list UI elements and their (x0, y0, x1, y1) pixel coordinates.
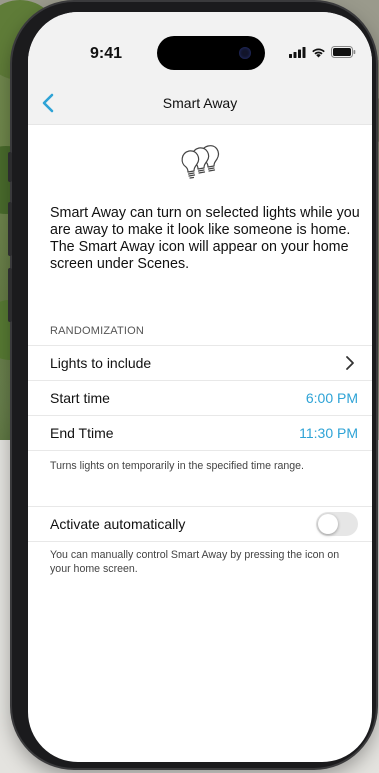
signal-icon (289, 46, 306, 58)
status-time: 9:41 (90, 45, 123, 62)
page-title: Smart Away (162, 95, 238, 111)
activate-automatically-row: Activate automatically (28, 506, 372, 542)
phone-screen: 9:41 Smart Away Smart Away can turn on s… (28, 12, 372, 762)
start-time-row[interactable]: Start time 6:00 PM (28, 380, 372, 415)
mute-switch (8, 152, 12, 182)
description-line-1: Smart Away can turn on selected lights w… (50, 205, 360, 238)
manual-control-helper-text: You can manually control Smart Away by p… (50, 549, 340, 575)
start-time-value[interactable]: 6:00 PM (306, 390, 358, 406)
phone-frame: 9:41 Smart Away Smart Away can turn on s… (8, 2, 376, 768)
activate-automatically-toggle[interactable] (316, 512, 358, 536)
dynamic-island (157, 36, 265, 70)
wifi-icon (312, 48, 325, 57)
description-line-2: The Smart Away icon will appear on your … (50, 239, 349, 272)
smart-away-description: Smart Away can turn on selected lights w… (50, 205, 362, 273)
start-time-label: Start time (50, 390, 110, 406)
lights-to-include-row[interactable]: Lights to include (28, 345, 372, 380)
lights-to-include-label: Lights to include (50, 355, 152, 371)
navigation-bar: Smart Away (28, 82, 372, 125)
volume-down-button (8, 268, 12, 322)
volume-up-button (8, 202, 12, 256)
activate-automatically-label: Activate automatically (50, 516, 186, 532)
camera-icon (239, 47, 251, 59)
end-time-value[interactable]: 11:30 PM (299, 425, 358, 441)
status-icons (289, 46, 356, 58)
battery-icon (331, 46, 356, 58)
end-time-label: End Ttime (50, 425, 114, 441)
chevron-right-icon (346, 356, 354, 370)
randomization-header: RANDOMIZATION (50, 325, 145, 337)
end-time-row[interactable]: End Ttime 11:30 PM (28, 415, 372, 451)
toggle-knob (318, 514, 338, 534)
time-range-helper-text: Turns lights on temporarily in the speci… (50, 460, 304, 472)
light-bulbs-icon (181, 145, 220, 179)
